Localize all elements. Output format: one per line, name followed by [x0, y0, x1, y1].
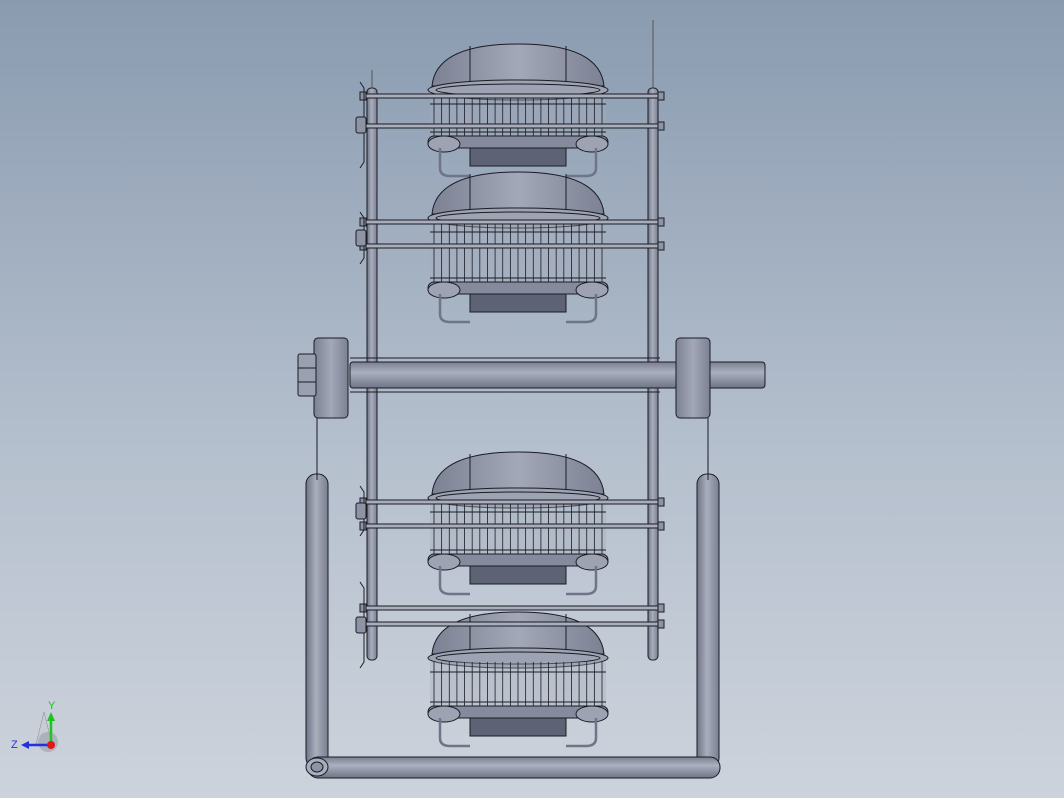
lamp-lower-2	[427, 611, 609, 748]
right-leg-tube	[696, 473, 720, 769]
z-axis-label: Z	[11, 739, 18, 751]
graphics-viewport[interactable]: Y Z	[0, 0, 1064, 798]
left-leg-tube	[305, 473, 329, 769]
rail-clamp	[355, 581, 367, 669]
right-bearing-block	[675, 337, 711, 419]
left-hex-nut	[297, 353, 317, 397]
cad-model-front-view[interactable]	[0, 0, 1064, 798]
z-axis-arrow	[21, 741, 29, 749]
y-axis-label: Y	[48, 700, 56, 712]
orientation-triad: Y Z	[11, 700, 58, 752]
bottom-crossbar	[307, 756, 721, 779]
x-axis-point	[47, 741, 55, 749]
left-bearing-block	[313, 337, 349, 419]
lamp-fixtures	[427, 43, 609, 748]
lamp-lower-1	[427, 451, 609, 596]
tie-rod	[359, 603, 665, 613]
lamp-upper-1	[427, 43, 609, 178]
y-axis-arrow	[47, 712, 55, 721]
